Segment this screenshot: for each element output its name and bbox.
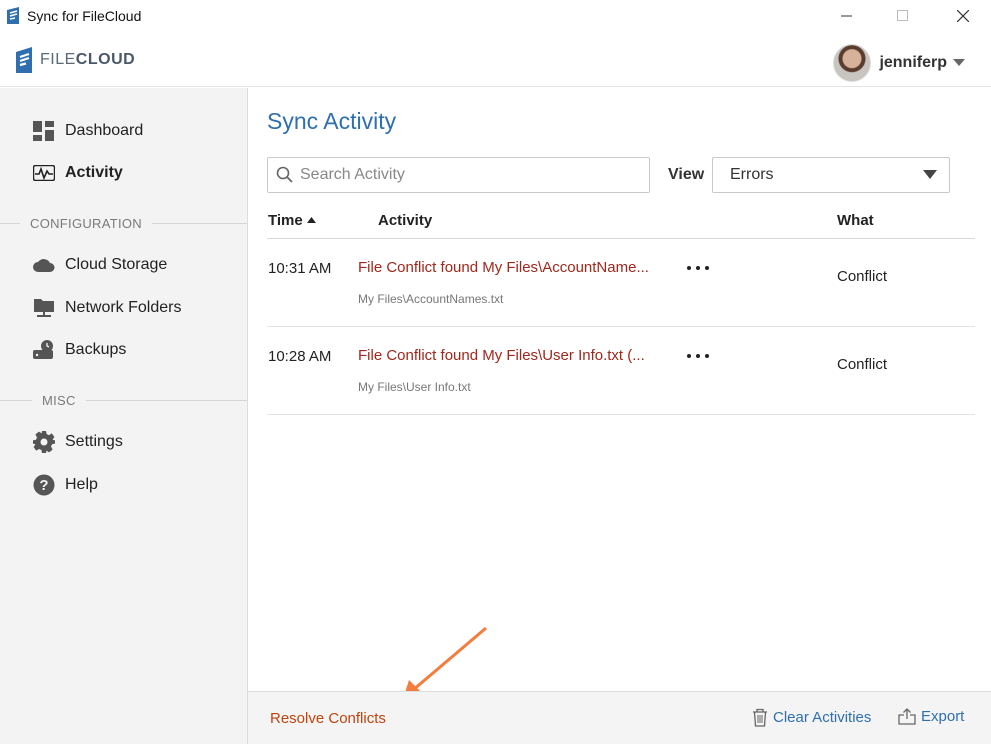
clear-activities-label: Clear Activities: [773, 709, 872, 726]
cloud-icon: [33, 254, 55, 276]
filecloud-logo: FILECLOUD: [14, 47, 135, 73]
resolve-conflicts-button[interactable]: Resolve Conflicts: [270, 710, 386, 727]
export-label: Export: [921, 708, 965, 725]
svg-text:?: ?: [39, 477, 48, 494]
user-menu[interactable]: jenniferp: [833, 44, 965, 82]
search-icon: [276, 166, 293, 183]
sidebar-item-label: Help: [65, 476, 98, 493]
row-time: 10:28 AM: [268, 348, 332, 365]
view-selected-value: Errors: [730, 166, 774, 183]
export-button[interactable]: Export: [898, 708, 964, 725]
app-header: FILECLOUD jenniferp: [0, 32, 991, 87]
column-header-activity[interactable]: Activity: [378, 212, 432, 229]
sidebar-item-label: Backups: [65, 341, 127, 358]
more-options-icon[interactable]: [687, 351, 709, 361]
view-filter-select[interactable]: Errors: [712, 157, 950, 193]
sidebar-item-settings[interactable]: Settings: [33, 430, 123, 454]
sidebar-item-cloud-storage[interactable]: Cloud Storage: [33, 253, 167, 277]
search-input[interactable]: [300, 166, 640, 184]
clear-activities-button[interactable]: Clear Activities: [752, 708, 871, 727]
column-header-what[interactable]: What: [837, 212, 874, 229]
trash-icon: [753, 708, 767, 727]
activity-icon: [33, 162, 55, 184]
sidebar-item-label: Settings: [65, 433, 123, 450]
row-path: My Files\User Info.txt: [358, 380, 471, 394]
maximize-icon: [897, 10, 908, 21]
minimize-icon: [841, 15, 852, 17]
window-title: Sync for FileCloud: [27, 8, 142, 24]
backup-icon: [33, 339, 55, 361]
sidebar-item-network-folders[interactable]: Network Folders: [33, 296, 181, 320]
filecloud-app-icon: [7, 7, 19, 24]
sidebar-item-label: Activity: [65, 164, 123, 181]
row-message[interactable]: File Conflict found My Files\User Info.t…: [358, 347, 645, 364]
logo-text: FILECLOUD: [40, 51, 136, 68]
network-folder-icon: [33, 297, 55, 319]
section-title-configuration: CONFIGURATION: [0, 215, 247, 231]
minimize-button[interactable]: [824, 0, 870, 32]
chevron-down-icon: [953, 59, 965, 66]
table-row[interactable]: 10:28 AM File Conflict found My Files\Us…: [267, 327, 975, 415]
page-title: Sync Activity: [267, 108, 397, 134]
sidebar-item-label: Dashboard: [65, 122, 144, 139]
export-icon: [898, 708, 916, 725]
gear-icon: [33, 431, 55, 453]
sidebar-item-help[interactable]: ? Help: [33, 473, 98, 497]
row-what: Conflict: [837, 268, 888, 285]
row-what: Conflict: [837, 356, 888, 373]
row-time: 10:31 AM: [268, 260, 332, 277]
table-row[interactable]: 10:31 AM File Conflict found My Files\Ac…: [267, 239, 975, 327]
close-icon: [957, 10, 969, 22]
footer-toolbar: Resolve Conflicts Clear Activities Expor…: [248, 691, 991, 744]
column-header-time[interactable]: Time: [268, 212, 317, 229]
sidebar-item-dashboard[interactable]: Dashboard: [33, 119, 143, 143]
sidebar-item-activity[interactable]: Activity: [33, 161, 123, 185]
title-bar: Sync for FileCloud: [0, 0, 991, 32]
username: jenniferp: [879, 54, 947, 71]
filecloud-logo-icon: [16, 47, 32, 73]
row-path: My Files\AccountNames.txt: [358, 292, 504, 306]
sidebar-item-backups[interactable]: Backups: [33, 338, 126, 362]
sidebar-item-label: Network Folders: [65, 299, 182, 316]
sidebar: Dashboard Activity CONFIGURATION Cloud S…: [0, 88, 248, 744]
more-options-icon[interactable]: [687, 263, 709, 273]
dashboard-icon: [33, 120, 55, 142]
sidebar-item-label: Cloud Storage: [65, 256, 168, 273]
chevron-down-icon: [923, 170, 937, 179]
avatar: [833, 44, 872, 82]
search-box[interactable]: [267, 157, 650, 193]
row-message[interactable]: File Conflict found My Files\AccountName…: [358, 259, 649, 276]
main-content: Sync Activity View Errors Time Activity …: [248, 88, 991, 692]
section-title-misc: MISC: [0, 392, 247, 408]
view-label: View: [668, 166, 705, 183]
sort-ascending-icon: [306, 217, 316, 223]
close-button[interactable]: [940, 0, 986, 32]
help-icon: ?: [33, 474, 55, 496]
maximize-button[interactable]: [880, 0, 926, 32]
